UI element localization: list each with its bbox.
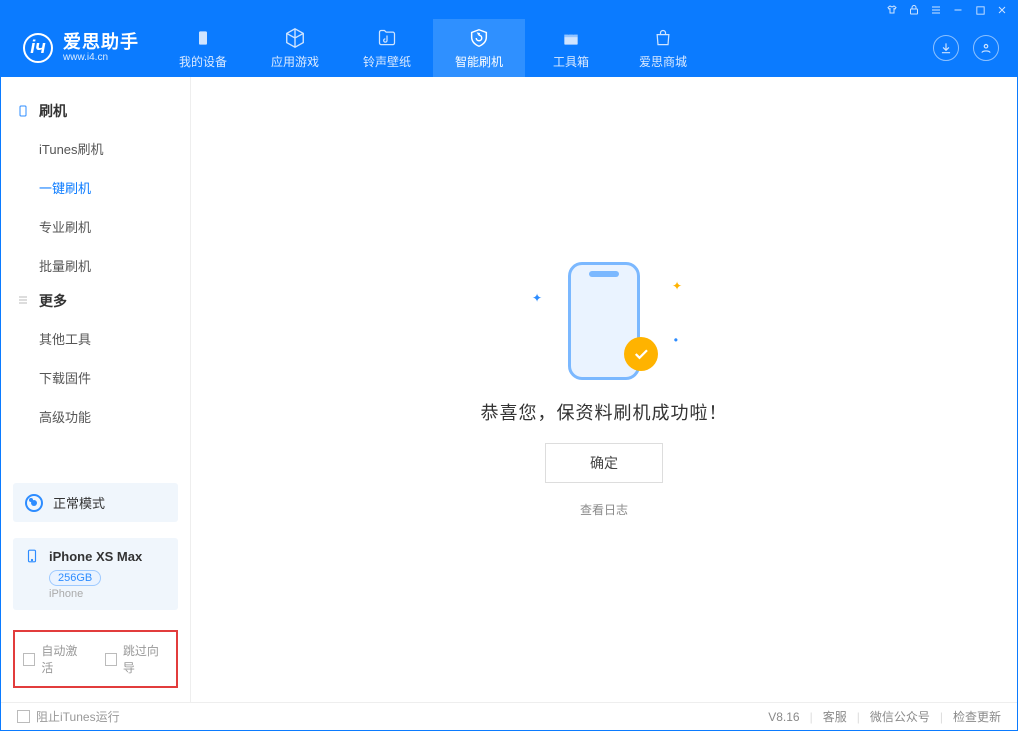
- toolbox-icon: [560, 27, 582, 49]
- footer-link-wechat[interactable]: 微信公众号: [870, 708, 930, 725]
- header-right: [933, 35, 1017, 61]
- maximize-icon[interactable]: [973, 3, 987, 17]
- success-message: 恭喜您，保资料刷机成功啦！: [481, 399, 728, 425]
- titlebar: [1, 1, 1017, 19]
- storage-badge: 256GB: [49, 570, 101, 586]
- menu-icon[interactable]: [929, 3, 943, 17]
- app-url: www.i4.cn: [63, 52, 139, 63]
- sidebar-item-other-tools[interactable]: 其他工具: [17, 319, 174, 358]
- list-icon: [17, 294, 31, 308]
- version-label: V8.16: [768, 710, 799, 724]
- user-icon[interactable]: [973, 35, 999, 61]
- checkbox-icon: [17, 710, 30, 723]
- sidebar: 刷机 iTunes刷机 一键刷机 专业刷机 批量刷机 更多 其他工具 下载固件 …: [1, 77, 191, 702]
- nav-my-device[interactable]: 我的设备: [157, 19, 249, 77]
- close-icon[interactable]: [995, 3, 1009, 17]
- header: iч 爱思助手 www.i4.cn 我的设备 应用游戏 铃声壁纸 智能刷机 工具…: [1, 19, 1017, 77]
- checkbox-icon: [105, 653, 117, 666]
- nav-toolbox[interactable]: 工具箱: [525, 19, 617, 77]
- sidebar-item-advanced[interactable]: 高级功能: [17, 397, 174, 436]
- sidebar-item-itunes-flash[interactable]: iTunes刷机: [17, 129, 174, 168]
- phone-icon: [17, 104, 31, 118]
- ok-button[interactable]: 确定: [545, 443, 663, 483]
- app-name: 爱思助手: [63, 33, 139, 53]
- phone-small-icon: [25, 548, 41, 564]
- minimize-icon[interactable]: [951, 3, 965, 17]
- sidebar-item-batch-flash[interactable]: 批量刷机: [17, 246, 174, 285]
- sparkle-icon: •: [674, 333, 678, 347]
- checkbox-skip-guide[interactable]: 跳过向导: [105, 642, 169, 676]
- sparkle-icon: ✦: [672, 279, 682, 293]
- view-log-link[interactable]: 查看日志: [580, 501, 628, 518]
- sidebar-group-flash[interactable]: 刷机: [17, 101, 174, 121]
- main-content: ✦ ✦ • 恭喜您，保资料刷机成功啦！ 确定 查看日志: [191, 77, 1017, 702]
- footer: 阻止iTunes运行 V8.16 | 客服 | 微信公众号 | 检查更新: [1, 702, 1017, 730]
- download-icon[interactable]: [933, 35, 959, 61]
- cube-icon: [284, 27, 306, 49]
- nav-store[interactable]: 爱思商城: [617, 19, 709, 77]
- refresh-shield-icon: [468, 27, 490, 49]
- store-icon: [652, 27, 674, 49]
- sidebar-item-download-firmware[interactable]: 下载固件: [17, 358, 174, 397]
- device-card[interactable]: iPhone XS Max 256GB iPhone: [13, 538, 178, 610]
- sparkle-icon: ✦: [532, 291, 542, 305]
- footer-link-update[interactable]: 检查更新: [953, 708, 1001, 725]
- checkbox-block-itunes[interactable]: 阻止iTunes运行: [17, 708, 120, 725]
- success-illustration: ✦ ✦ •: [544, 261, 664, 381]
- sidebar-group-more[interactable]: 更多: [17, 291, 174, 311]
- nav-flash[interactable]: 智能刷机: [433, 19, 525, 77]
- music-folder-icon: [376, 27, 398, 49]
- nav-ringtones[interactable]: 铃声壁纸: [341, 19, 433, 77]
- nav-apps[interactable]: 应用游戏: [249, 19, 341, 77]
- app-logo[interactable]: iч 爱思助手 www.i4.cn: [1, 33, 157, 64]
- footer-link-support[interactable]: 客服: [823, 708, 847, 725]
- checkbox-icon: [23, 653, 35, 666]
- check-badge-icon: [624, 337, 658, 371]
- sidebar-item-pro-flash[interactable]: 专业刷机: [17, 207, 174, 246]
- options-highlighted: 自动激活 跳过向导: [13, 630, 178, 688]
- mode-icon: [25, 494, 43, 512]
- logo-icon: iч: [23, 33, 53, 63]
- mode-card[interactable]: 正常模式: [13, 483, 178, 522]
- tshirt-icon[interactable]: [885, 3, 899, 17]
- device-type: iPhone: [49, 588, 166, 600]
- device-icon: [195, 27, 211, 49]
- device-name: iPhone XS Max: [49, 549, 142, 564]
- main-nav: 我的设备 应用游戏 铃声壁纸 智能刷机 工具箱 爱思商城: [157, 19, 709, 77]
- lock-icon[interactable]: [907, 3, 921, 17]
- checkbox-auto-activate[interactable]: 自动激活: [23, 642, 87, 676]
- sidebar-item-oneclick-flash[interactable]: 一键刷机: [17, 168, 174, 207]
- mode-label: 正常模式: [53, 493, 105, 512]
